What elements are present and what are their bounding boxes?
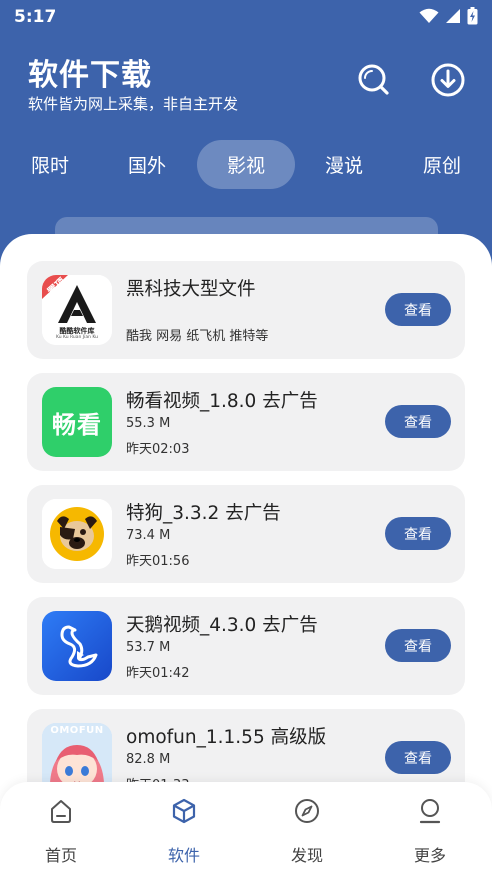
list-item[interactable]: 置顶 酷酷软件库 Ku Ku Ruan Jian Ku 黑科技大型文件 酷我 网… — [27, 261, 465, 359]
list-item[interactable]: 畅看 畅看视频_1.8.0 去广告 55.3 M 昨天02:03 查看 — [27, 373, 465, 471]
nav-more[interactable]: 更多 — [390, 798, 470, 865]
status-bar: 5:17 — [0, 0, 492, 34]
item-title: 特狗_3.3.2 去广告 — [126, 503, 281, 524]
view-button[interactable]: 查看 — [385, 741, 451, 774]
pug-icon — [42, 499, 112, 569]
item-time: 昨天01:42 — [126, 666, 190, 681]
item-title: 黑科技大型文件 — [126, 279, 256, 300]
item-size: 53.7 M — [126, 640, 171, 655]
item-time: 昨天01:56 — [126, 554, 190, 569]
logo-text: 畅看 — [52, 410, 102, 439]
page-title: 软件下载 — [28, 58, 152, 93]
item-title: omofun_1.1.55 高级版 — [126, 727, 327, 748]
logo-subtext: Ku Ku Ruan Jian Ku — [55, 335, 99, 340]
search-button[interactable] — [354, 60, 394, 100]
signal-icon — [446, 9, 460, 23]
app-logo-tiane — [42, 611, 112, 681]
cube-icon — [172, 798, 196, 824]
list-item[interactable]: 天鹅视频_4.3.0 去广告 53.7 M 昨天01:42 查看 — [27, 597, 465, 695]
list-item[interactable]: 特狗_3.3.2 去广告 73.4 M 昨天01:56 查看 — [27, 485, 465, 583]
item-tags: 酷我 网易 纸飞机 推特等 — [126, 329, 269, 344]
tab-manshuo[interactable]: 漫说 — [304, 140, 384, 189]
download-icon — [431, 63, 465, 97]
status-time: 5:17 — [14, 7, 57, 27]
tab-guowai[interactable]: 国外 — [107, 140, 187, 189]
app-logo-tegou — [42, 499, 112, 569]
item-size: 55.3 M — [126, 416, 171, 431]
page-subtitle: 软件皆为网上采集，非自主开发 — [28, 95, 239, 113]
logo-text: OMOFUN — [50, 725, 104, 736]
item-title: 畅看视频_1.8.0 去广告 — [126, 391, 318, 412]
nav-home[interactable]: 首页 — [21, 798, 101, 865]
nav-discover-label: 发现 — [290, 846, 323, 865]
view-button[interactable]: 查看 — [385, 293, 451, 326]
search-icon — [358, 64, 389, 95]
view-button[interactable]: 查看 — [385, 517, 451, 550]
nav-software-label: 软件 — [167, 846, 200, 865]
swan-icon — [60, 625, 98, 668]
app-logo-kuku: 置顶 酷酷软件库 Ku Ku Ruan Jian Ku — [42, 275, 112, 345]
item-size: 73.4 M — [126, 528, 171, 543]
view-button[interactable]: 查看 — [385, 405, 451, 438]
tab-xianshi[interactable]: 限时 — [10, 140, 90, 189]
category-tabs: 限时 国外 影视 漫说 原创 — [0, 140, 492, 190]
software-list: 置顶 酷酷软件库 Ku Ku Ruan Jian Ku 黑科技大型文件 酷我 网… — [0, 234, 492, 875]
item-size: 82.8 M — [126, 752, 171, 767]
nav-software[interactable]: 软件 — [144, 798, 224, 865]
status-icons — [419, 7, 478, 25]
tab-yingshi[interactable]: 影视 — [197, 140, 295, 189]
download-button[interactable] — [428, 60, 468, 100]
view-button[interactable]: 查看 — [385, 629, 451, 662]
app-logo-changkan: 畅看 — [42, 387, 112, 457]
item-time: 昨天02:03 — [126, 442, 190, 457]
compass-icon — [295, 799, 319, 823]
nav-home-label: 首页 — [44, 846, 77, 865]
item-title: 天鹅视频_4.3.0 去广告 — [126, 615, 318, 636]
tab-yuanchuang[interactable]: 原创 — [402, 140, 482, 189]
bottom-nav: 首页 软件 发现 更多 — [0, 782, 492, 875]
nav-discover[interactable]: 发现 — [267, 798, 347, 865]
wifi-icon — [419, 8, 439, 23]
nav-more-label: 更多 — [413, 846, 446, 865]
home-icon — [51, 800, 71, 823]
person-icon — [419, 799, 441, 824]
battery-icon — [467, 7, 478, 25]
